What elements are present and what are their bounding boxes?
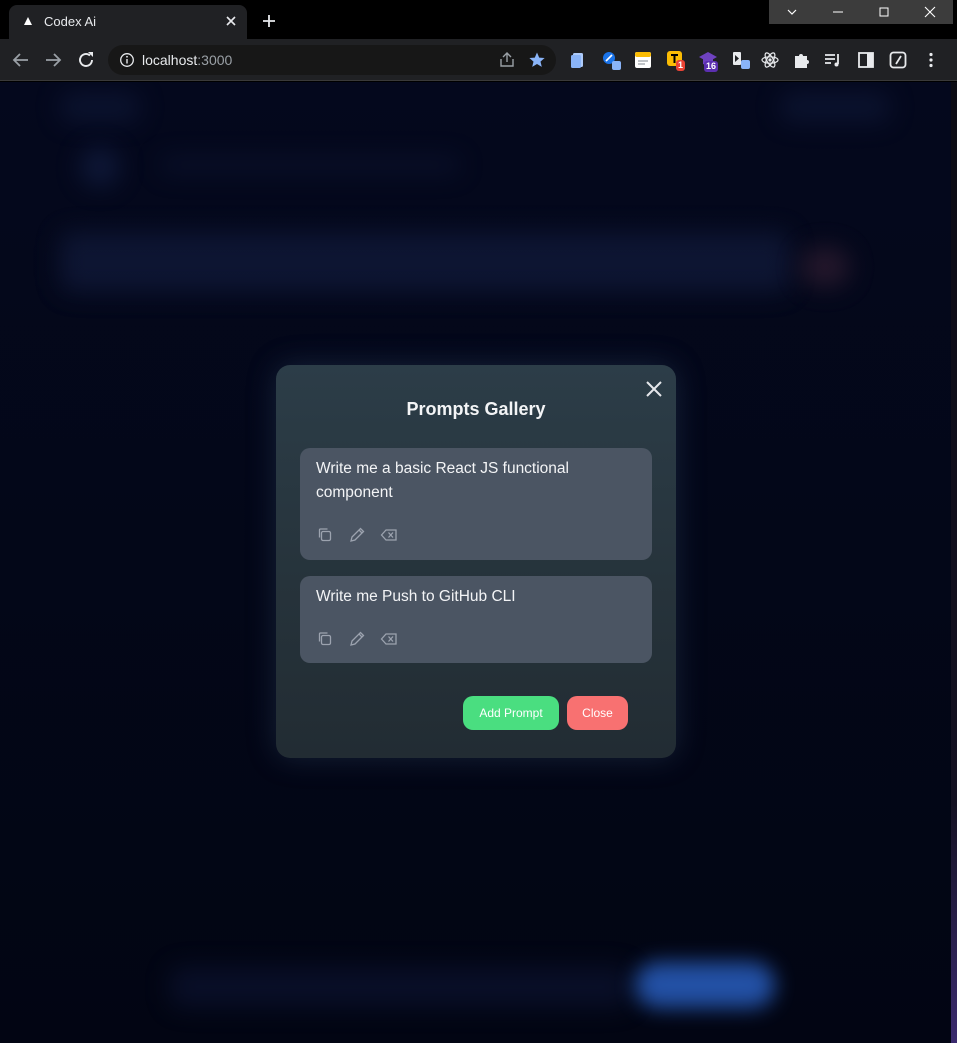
t-extension-button[interactable]: 1 <box>666 50 686 71</box>
extension-badge: 16 <box>704 61 719 72</box>
blurred-input <box>170 967 630 1007</box>
copy-icon[interactable] <box>316 630 334 648</box>
bookmark-star-icon[interactable] <box>528 51 546 69</box>
react-devtools-icon[interactable] <box>760 50 780 70</box>
prompts-gallery-modal: Prompts Gallery Write me a basic React J… <box>276 365 676 758</box>
puzzle-icon[interactable] <box>792 50 812 70</box>
prompt-text: Write me a basic React JS functional com… <box>316 460 569 501</box>
notes-icon[interactable] <box>633 50 653 70</box>
maximize-button[interactable] <box>861 0 907 24</box>
address-bar[interactable]: localhost:3000 <box>108 45 556 75</box>
prompt-actions <box>316 526 398 544</box>
blurred-action-button <box>800 247 850 287</box>
blurred-response-box <box>60 232 790 292</box>
back-arrow-icon[interactable] <box>10 49 32 71</box>
prompt-text: Write me Push to GitHub CLI <box>316 588 516 605</box>
edit-pencil-icon[interactable] <box>348 526 366 544</box>
file-copy-icon[interactable] <box>568 50 588 70</box>
browser-toolbar: localhost:3000 1 16 <box>0 39 957 81</box>
media-queue-icon[interactable] <box>823 50 843 70</box>
cast-icon[interactable] <box>731 50 751 70</box>
chevron-down-icon <box>787 9 797 15</box>
browser-tab[interactable]: Codex Ai <box>9 5 247 39</box>
prompt-card[interactable]: Write me a basic React JS functional com… <box>300 448 652 560</box>
title-bar: Codex Ai <box>0 0 957 39</box>
prompt-card[interactable]: Write me Push to GitHub CLI <box>300 576 652 663</box>
blurred-send-button <box>635 962 775 1008</box>
copy-icon[interactable] <box>316 526 334 544</box>
triangle-favicon-icon <box>24 17 32 25</box>
edit-pencil-icon[interactable] <box>348 630 366 648</box>
forward-arrow-icon[interactable] <box>42 49 64 71</box>
url-text: localhost:3000 <box>142 52 233 68</box>
minimize-icon <box>833 11 843 13</box>
extension-badge: 1 <box>676 60 686 71</box>
modal-close-icon[interactable] <box>644 379 664 399</box>
window-edge <box>951 82 957 1043</box>
more-vert-icon[interactable] <box>921 50 941 70</box>
tab-title: Codex Ai <box>44 14 97 29</box>
blurred-text <box>160 157 460 173</box>
reload-icon[interactable] <box>75 49 97 71</box>
tab-close-icon[interactable] <box>223 13 239 29</box>
picker-icon[interactable] <box>601 50 621 70</box>
close-button[interactable]: Close <box>567 696 628 730</box>
delete-backspace-icon[interactable] <box>380 630 398 648</box>
maximize-icon <box>879 7 889 17</box>
site-info-icon[interactable] <box>119 52 135 68</box>
tab-search-button[interactable] <box>769 0 815 24</box>
blurred-header-button <box>780 92 890 122</box>
clock-icon[interactable] <box>888 50 908 70</box>
delete-backspace-icon[interactable] <box>380 526 398 544</box>
browser-window: Codex Ai localhost:3000 1 16 Prompts Gal… <box>0 0 957 1043</box>
side-panel-icon[interactable] <box>856 50 876 70</box>
modal-title: Prompts Gallery <box>406 399 546 419</box>
minimize-button[interactable] <box>815 0 861 24</box>
blurred-avatar <box>80 147 120 187</box>
share-icon[interactable] <box>498 51 516 69</box>
page-backdrop: Prompts Gallery Write me a basic React J… <box>0 82 951 1043</box>
new-tab-plus-icon[interactable] <box>260 12 278 30</box>
window-close-button[interactable] <box>907 0 953 24</box>
add-prompt-button[interactable]: Add Prompt <box>463 696 559 730</box>
close-icon <box>924 6 936 18</box>
blurred-logo <box>60 92 140 122</box>
graduation-extension-button[interactable]: 16 <box>698 50 719 72</box>
prompt-actions <box>316 630 398 648</box>
